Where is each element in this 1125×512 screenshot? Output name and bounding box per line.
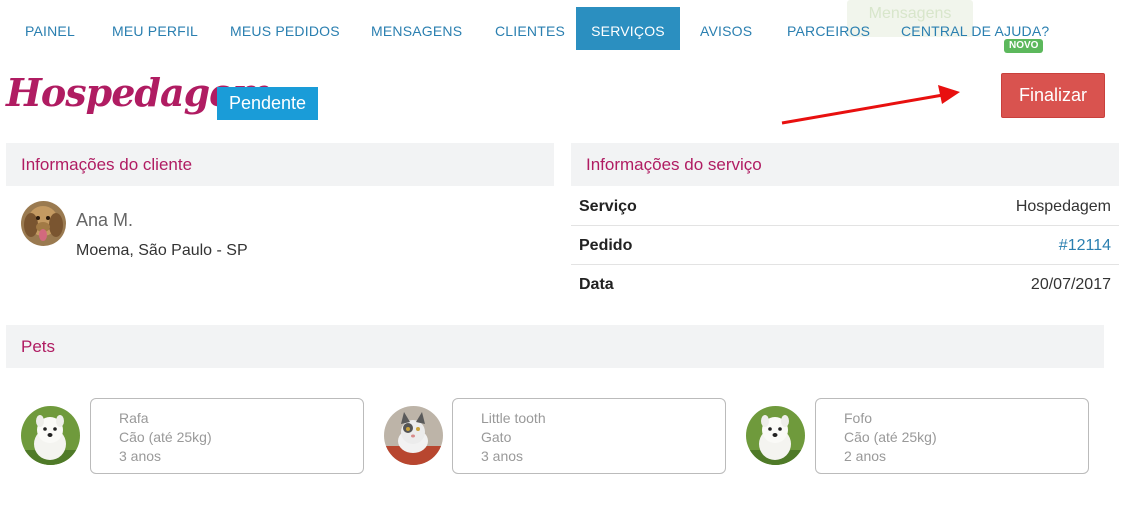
service-label: Serviço (579, 198, 637, 215)
nav-item-clientes[interactable]: CLIENTES (495, 7, 565, 50)
service-row: Serviço Hospedagem (571, 187, 1119, 226)
date-row: Data 20/07/2017 (571, 265, 1119, 304)
nav-item-servicos[interactable]: SERVIÇOS (576, 7, 680, 50)
order-link[interactable]: #12114 (1059, 226, 1111, 265)
pets-heading: Pets (6, 325, 1104, 368)
pet-avatar-dog (746, 406, 805, 465)
nav-item-parceiros[interactable]: PARCEIROS (787, 7, 870, 50)
order-row: Pedido #12114 (571, 226, 1119, 265)
client-location: Moema, São Paulo - SP (76, 242, 248, 259)
arrow-annotation (781, 85, 960, 125)
nav-item-avisos[interactable]: AVISOS (700, 7, 752, 50)
pet-card[interactable]: Fofo Cão (até 25kg) 2 anos (815, 398, 1089, 474)
nav-item-meu-perfil[interactable]: MEU PERFIL (112, 7, 198, 50)
pet-avatar-dog (21, 406, 80, 465)
pet-age: 3 anos (119, 448, 162, 464)
finalize-button[interactable]: Finalizar (1001, 73, 1105, 118)
order-label: Pedido (579, 237, 633, 254)
nav-item-mensagens[interactable]: MENSAGENS (371, 7, 462, 50)
nav-item-painel[interactable]: PAINEL (25, 7, 75, 50)
pet-type: Cão (até 25kg) (119, 429, 212, 445)
service-value: Hospedagem (1015, 198, 1111, 215)
date-value: 20/07/2017 (1030, 276, 1111, 293)
pet-name: Little tooth (481, 410, 546, 426)
pet-name: Rafa (119, 410, 149, 426)
pet-card[interactable]: Little tooth Gato 3 anos (452, 398, 726, 474)
service-info-heading: Informações do serviço (571, 143, 1119, 186)
top-nav: Mensagens PAINEL MEU PERFIL MEUS PEDIDOS… (0, 0, 1125, 53)
pet-name: Fofo (844, 410, 873, 426)
client-avatar (21, 201, 66, 246)
status-badge: Pendente (217, 87, 318, 120)
pet-type: Cão (até 25kg) (844, 429, 937, 445)
pet-type: Gato (481, 429, 512, 445)
new-badge: NOVO (1004, 39, 1044, 53)
pet-age: 3 anos (481, 448, 524, 464)
date-label: Data (579, 276, 614, 293)
pet-card[interactable]: Rafa Cão (até 25kg) 3 anos (90, 398, 364, 474)
pet-avatar-cat (384, 406, 443, 465)
client-info-heading: Informações do cliente (6, 143, 554, 186)
client-name: Ana M. (76, 210, 134, 230)
nav-item-meus-pedidos[interactable]: MEUS PEDIDOS (230, 7, 340, 50)
pet-age: 2 anos (844, 448, 887, 464)
